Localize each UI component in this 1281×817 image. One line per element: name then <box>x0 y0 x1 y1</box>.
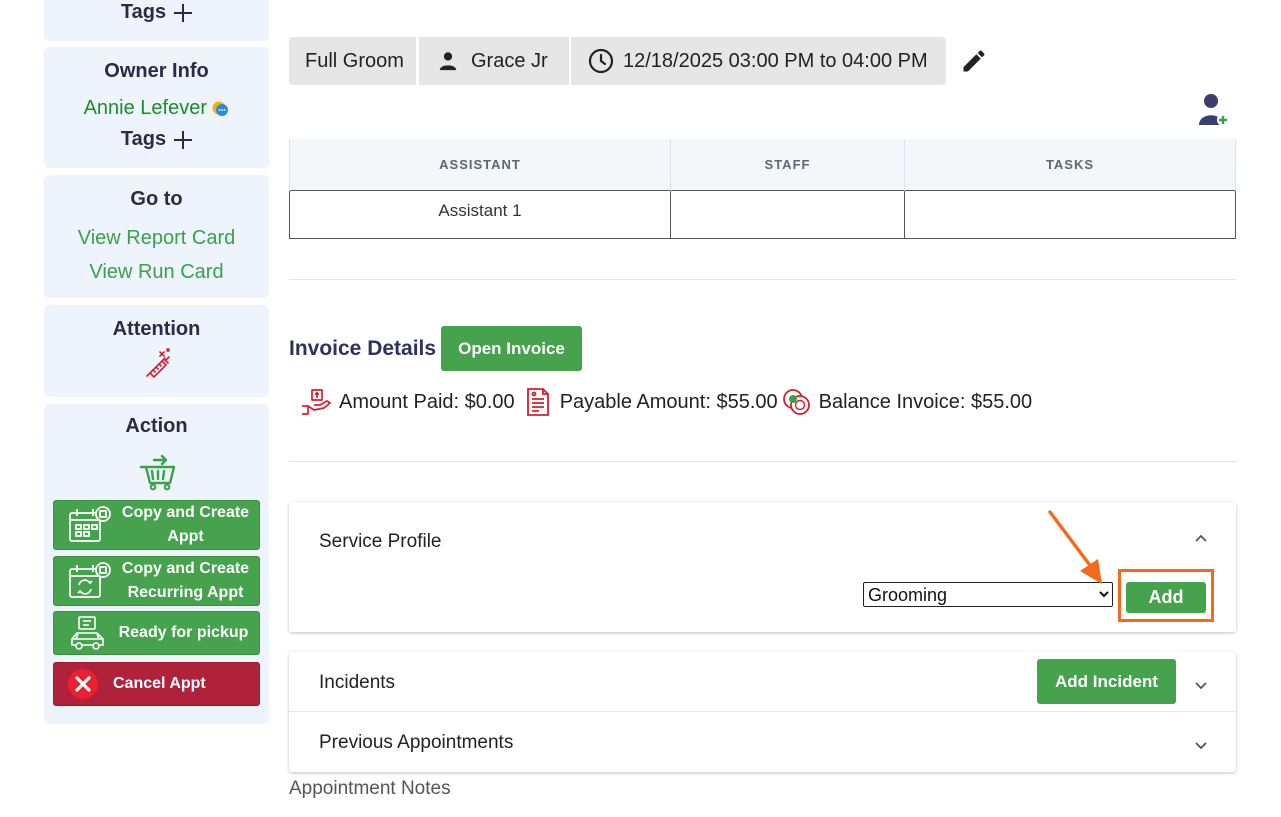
invoice-title: Invoice Details <box>289 337 437 360</box>
invoice-document-icon <box>526 388 549 416</box>
service-profile-title[interactable]: Service Profile <box>319 531 442 553</box>
owner-tags-label: Tags <box>120 128 167 150</box>
incidents-title[interactable]: Incidents <box>319 672 395 694</box>
copy-create-line2: Appt <box>167 528 204 545</box>
previous-appointments-title[interactable]: Previous Appointments <box>319 732 513 754</box>
pickup-car-icon <box>71 616 104 650</box>
cancel-appt-button[interactable]: Cancel Appt <box>53 662 260 706</box>
pet-tags-row: Tags <box>120 1 193 24</box>
amount-paid: Amount Paid: $0.00 <box>339 390 515 413</box>
add-owner-tag-icon[interactable] <box>174 130 193 149</box>
cell-tasks <box>904 189 1236 239</box>
service-name: Full Groom <box>305 49 404 72</box>
chevron-up-icon[interactable] <box>1194 531 1208 545</box>
table-header-row: ASSISTANT STAFF TASKS <box>289 139 1236 190</box>
copy-create-line1: Copy and Create <box>121 504 250 521</box>
panel-divider <box>289 711 1236 712</box>
copy-and-create-recurring-appt-button[interactable]: Copy and Create Recurring Appt <box>53 556 260 606</box>
add-service-button[interactable]: Add <box>1126 582 1206 613</box>
staff-chip: Grace Jr <box>419 37 569 85</box>
chevron-down-icon[interactable] <box>1194 739 1208 753</box>
open-invoice-button[interactable]: Open Invoice <box>441 326 582 371</box>
copy-and-create-appt-button[interactable]: Copy and Create Appt <box>53 500 260 550</box>
appointment-notes-label: Appointment Notes <box>289 778 451 799</box>
action-title: Action <box>125 415 188 437</box>
view-run-card-link[interactable]: View Run Card <box>44 261 269 284</box>
attention-card: Attention <box>44 305 269 397</box>
payable-amount: Payable Amount: $55.00 <box>559 390 778 413</box>
header-staff: STAFF <box>670 139 905 190</box>
pet-tags-card: Tags <box>44 0 269 41</box>
chat-bubble-icon[interactable] <box>211 101 229 117</box>
table-row: Assistant 1 <box>289 189 1236 239</box>
pet-tags-label: Tags <box>120 1 167 23</box>
staff-name: Grace Jr <box>471 49 548 72</box>
add-incident-button[interactable]: Add Incident <box>1037 659 1176 704</box>
cell-assistant: Assistant 1 <box>289 189 671 239</box>
person-icon <box>439 52 457 71</box>
add-pet-tag-icon[interactable] <box>174 3 193 22</box>
cancel-appt-label: Cancel Appt <box>113 675 206 692</box>
header-tasks: TASKS <box>904 139 1236 190</box>
header-assistant: ASSISTANT <box>289 139 671 190</box>
service-chip: Full Groom <box>289 37 416 85</box>
edit-pencil-icon[interactable] <box>960 47 988 75</box>
clock-icon <box>588 48 614 74</box>
add-staff-icon[interactable] <box>1197 92 1231 128</box>
owner-tags-row: Tags <box>120 128 193 151</box>
divider <box>289 461 1236 462</box>
cell-staff <box>670 189 905 239</box>
copy-recurring-line1: Copy and Create <box>121 560 250 577</box>
cancel-x-icon <box>68 669 98 699</box>
attention-title: Attention <box>112 318 201 340</box>
view-report-card-link[interactable]: View Report Card <box>44 227 269 250</box>
copy-recurring-line2: Recurring Appt <box>127 584 244 601</box>
cart-transfer-icon <box>139 454 176 491</box>
action-card: Action Copy and Create Appt Copy and Cre… <box>44 404 269 724</box>
owner-name-link[interactable]: Annie Lefever <box>84 97 207 119</box>
incidents-panel: Incidents Add Incident Previous Appointm… <box>289 652 1236 772</box>
go-to-card: Go to View Report Card View Run Card <box>44 175 269 298</box>
assignment-table: ASSISTANT STAFF TASKS Assistant 1 <box>289 139 1236 239</box>
ready-for-pickup-button[interactable]: Ready for pickup <box>53 611 260 655</box>
recurring-copy-icon <box>69 562 111 598</box>
go-to-title: Go to <box>130 188 183 210</box>
payment-hand-icon <box>302 389 331 415</box>
vaccine-syringe-icon[interactable] <box>142 347 172 379</box>
balance-invoice: Balance Invoice: $55.00 <box>818 390 1033 413</box>
appointment-time: 12/18/2025 03:00 PM to 04:00 PM <box>623 49 928 72</box>
calendar-copy-icon <box>69 506 111 542</box>
owner-info-card: Owner Info Annie Lefever Tags <box>44 47 269 168</box>
divider <box>289 279 1236 280</box>
chevron-down-icon[interactable] <box>1194 679 1208 693</box>
owner-info-title: Owner Info <box>104 60 209 82</box>
ready-for-pickup-label: Ready for pickup <box>118 624 249 641</box>
invoice-summary: Amount Paid: $0.00 Payable Amount: $55.0… <box>300 386 1032 418</box>
time-chip: 12/18/2025 03:00 PM to 04:00 PM <box>571 37 946 85</box>
annotation-arrow-icon <box>1048 510 1102 584</box>
balance-coins-icon <box>782 389 810 415</box>
